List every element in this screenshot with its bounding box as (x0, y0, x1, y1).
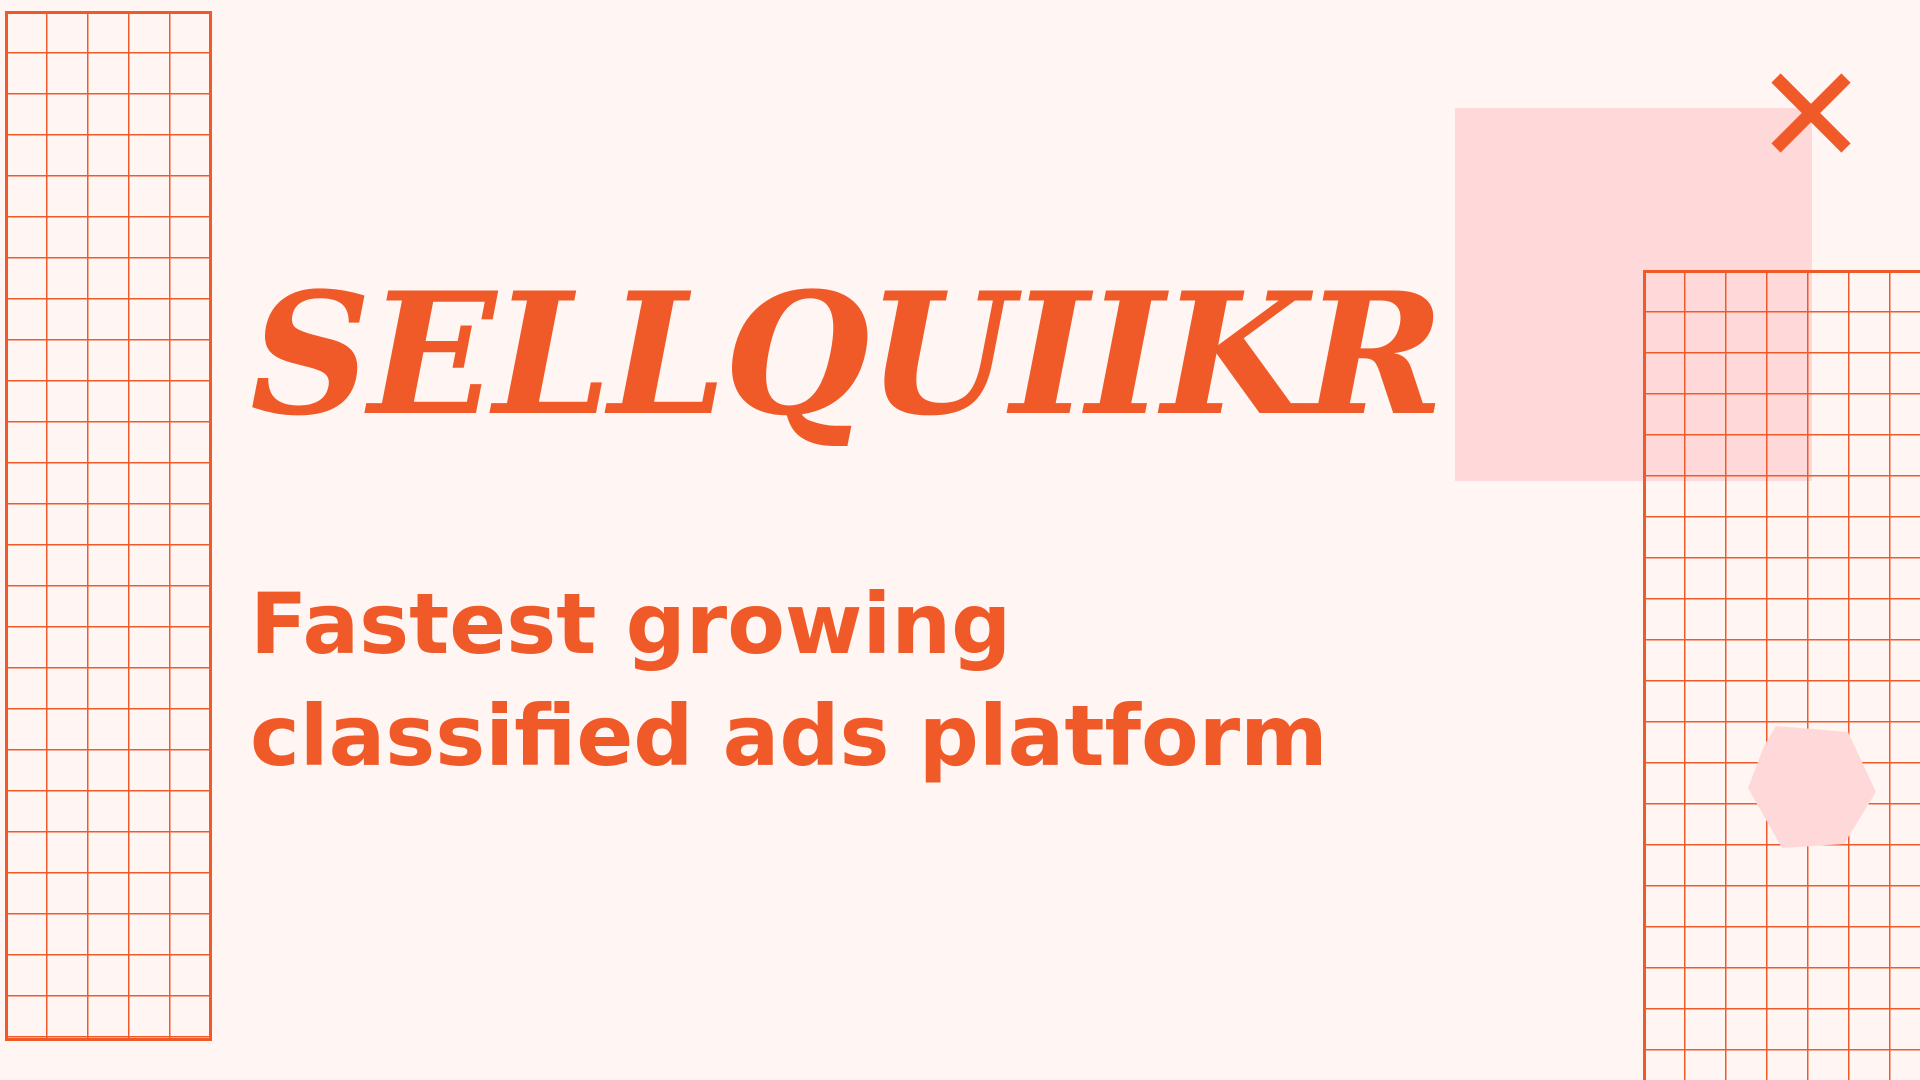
tagline-line-2: classified ads platform (250, 687, 1328, 785)
slide-canvas: SELLQUIIKR Fastest growing classified ad… (0, 0, 1920, 1080)
pink-square-decoration (1455, 108, 1812, 481)
close-icon (1771, 73, 1851, 153)
tagline: Fastest growing classified ads platform (250, 568, 1550, 792)
right-grid-decoration (1643, 270, 1920, 1080)
left-grid-decoration (5, 11, 212, 1041)
brand-title: SELLQUIIKR (250, 255, 1444, 453)
heptagon-decoration (1748, 726, 1876, 848)
tagline-line-1: Fastest growing (250, 575, 1012, 673)
